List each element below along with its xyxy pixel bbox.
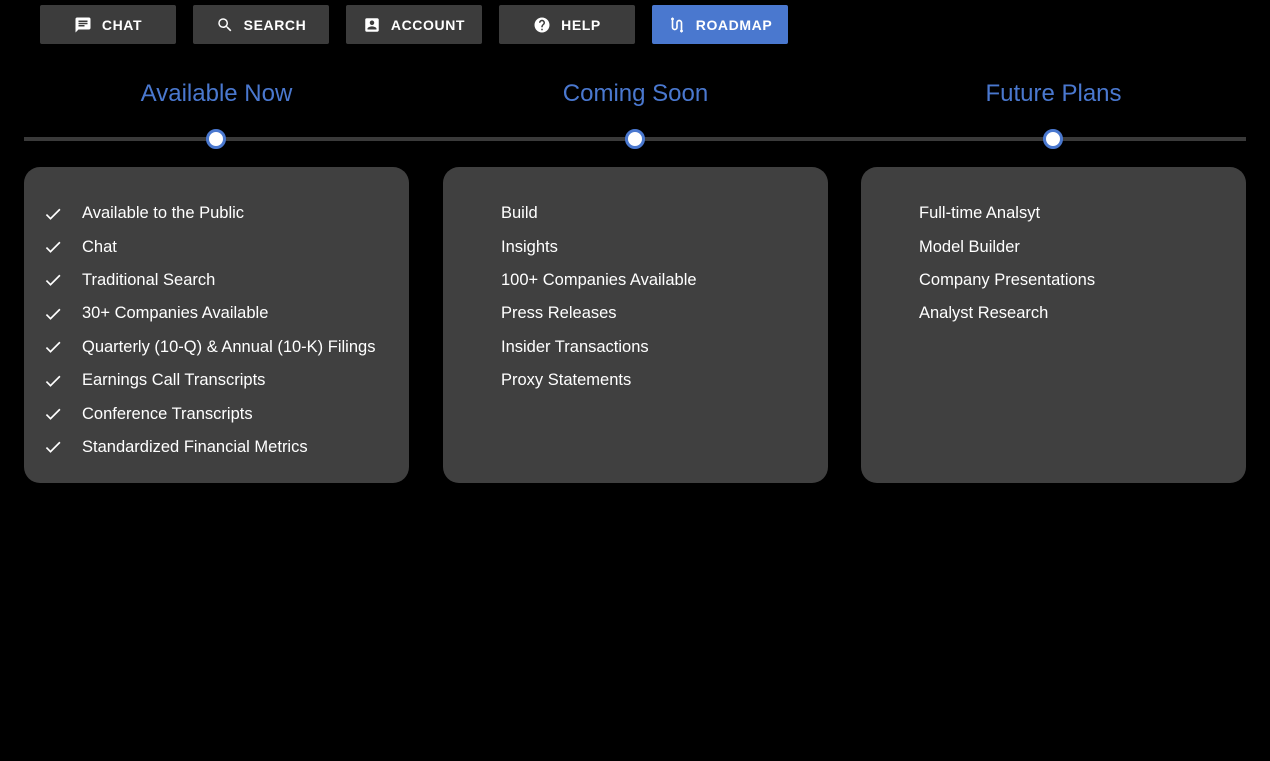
search-icon (216, 16, 234, 34)
list-item: Build (443, 197, 828, 230)
account-icon (363, 16, 381, 34)
check-icon (24, 337, 82, 357)
phase-title-coming-soon: Coming Soon (562, 80, 709, 107)
list-item-label: Standardized Financial Metrics (82, 437, 308, 456)
search-button[interactable]: SEARCH (193, 5, 329, 44)
help-button-label: HELP (561, 16, 601, 33)
list-item: Press Releases (443, 297, 828, 330)
list-item-label: Build (501, 204, 538, 223)
help-button[interactable]: HELP (499, 5, 635, 44)
list-item: Conference Transcripts (24, 397, 409, 430)
search-button-label: SEARCH (243, 16, 307, 33)
feature-list-coming-soon: Build Insights 100+ Companies Available … (443, 197, 828, 397)
list-item-label: Chat (82, 237, 117, 256)
list-item-label: Full-time Analsyt (919, 204, 1041, 223)
list-item-label: 30+ Companies Available (82, 304, 269, 323)
list-item: Available to the Public (24, 197, 409, 230)
timeline-marker-future-plans (1043, 129, 1063, 149)
card-coming-soon: Build Insights 100+ Companies Available … (443, 167, 828, 483)
list-item: Standardized Financial Metrics (24, 431, 409, 464)
list-item: Company Presentations (861, 264, 1246, 297)
list-item-label: 100+ Companies Available (501, 270, 697, 289)
chat-button-label: CHAT (101, 16, 143, 33)
list-item: Analyst Research (861, 297, 1246, 330)
list-item-label: Proxy Statements (501, 371, 632, 390)
account-button-label: ACCOUNT (390, 16, 466, 33)
list-item-label: Insider Transactions (501, 337, 649, 356)
account-button[interactable]: ACCOUNT (346, 5, 482, 44)
roadmap-button[interactable]: ROADMAP (652, 5, 788, 44)
check-icon (24, 204, 82, 224)
check-icon (24, 270, 82, 290)
phase-title-future-plans: Future Plans (985, 80, 1122, 107)
list-item: Insider Transactions (443, 331, 828, 364)
check-icon (24, 437, 82, 457)
list-item-label: Analyst Research (919, 304, 1049, 323)
help-icon (533, 16, 551, 34)
list-item: Traditional Search (24, 264, 409, 297)
list-item: 100+ Companies Available (443, 264, 828, 297)
list-item: Proxy Statements (443, 364, 828, 397)
list-item: 30+ Companies Available (24, 297, 409, 330)
roadmap-icon (668, 16, 686, 34)
list-item-label: Press Releases (501, 304, 617, 323)
check-icon (24, 371, 82, 391)
roadmap-button-label: ROADMAP (695, 16, 773, 33)
list-item-label: Model Builder (919, 237, 1020, 256)
feature-list-future-plans: Full-time Analsyt Model Builder Company … (861, 197, 1246, 331)
list-item-label: Traditional Search (82, 270, 216, 289)
list-item-label: Conference Transcripts (82, 404, 253, 423)
list-item: Insights (443, 230, 828, 263)
timeline-marker-available-now (206, 129, 226, 149)
top-nav: CHAT SEARCH ACCOUNT HELP ROADMAP (40, 5, 788, 44)
list-item: Earnings Call Transcripts (24, 364, 409, 397)
list-item-label: Quarterly (10-Q) & Annual (10-K) Filings (82, 337, 376, 356)
list-item: Chat (24, 230, 409, 263)
list-item-label: Available to the Public (82, 204, 245, 223)
phase-title-available-now: Available Now (140, 80, 293, 107)
check-icon (24, 237, 82, 257)
list-item-label: Earnings Call Transcripts (82, 371, 266, 390)
check-icon (24, 404, 82, 424)
timeline-marker-coming-soon (625, 129, 645, 149)
feature-list-available-now: Available to the Public Chat Traditional… (24, 197, 409, 464)
chat-icon (74, 16, 92, 34)
card-available-now: Available to the Public Chat Traditional… (24, 167, 409, 483)
list-item: Model Builder (861, 230, 1246, 263)
list-item: Full-time Analsyt (861, 197, 1246, 230)
list-item-label: Insights (501, 237, 558, 256)
check-icon (24, 304, 82, 324)
list-item: Quarterly (10-Q) & Annual (10-K) Filings (24, 331, 409, 364)
list-item-label: Company Presentations (919, 270, 1096, 289)
card-future-plans: Full-time Analsyt Model Builder Company … (861, 167, 1246, 483)
chat-button[interactable]: CHAT (40, 5, 176, 44)
